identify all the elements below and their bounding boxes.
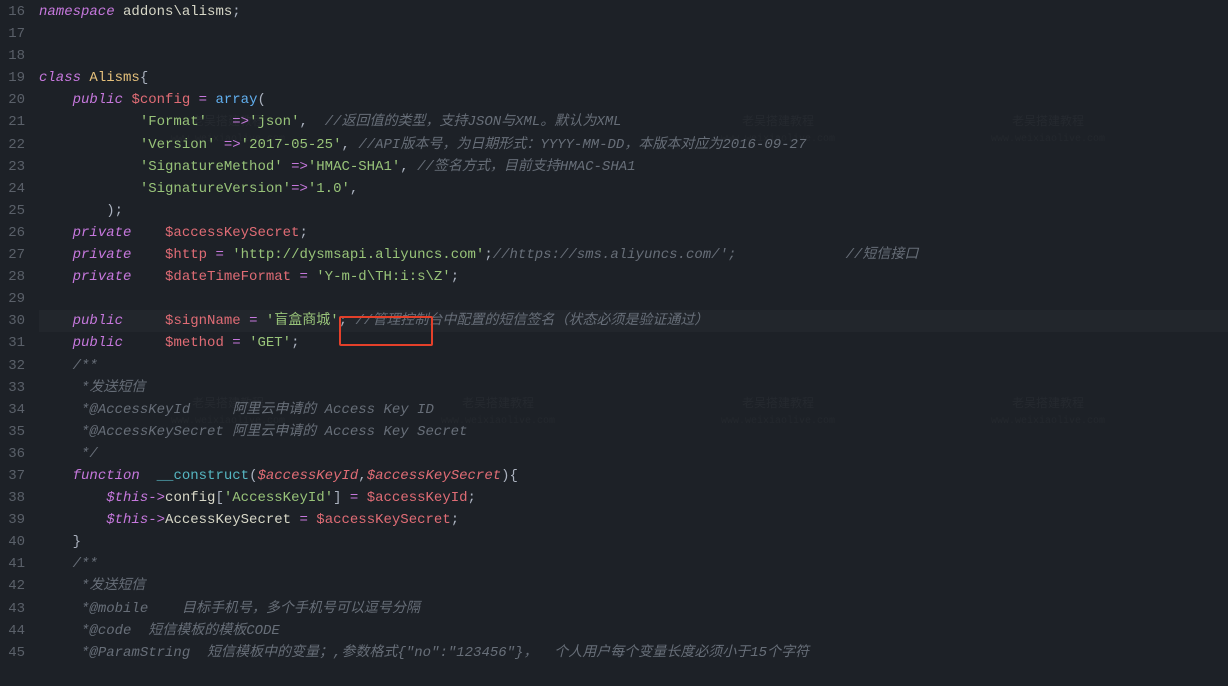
line-number: 40	[0, 531, 25, 553]
line-number: 16	[0, 1, 25, 23]
code-area[interactable]: namespace addons\alisms; class Alisms{ p…	[31, 0, 1228, 686]
code-line	[39, 288, 1228, 310]
line-number: 37	[0, 465, 25, 487]
line-number: 35	[0, 421, 25, 443]
code-line: *@AccessKeySecret 阿里云申请的 Access Key Secr…	[39, 421, 1228, 443]
code-line: 'SignatureMethod' =>'HMAC-SHA1', //签名方式，…	[39, 156, 1228, 178]
line-number: 21	[0, 111, 25, 133]
line-number: 29	[0, 288, 25, 310]
line-number: 44	[0, 620, 25, 642]
line-number: 18	[0, 45, 25, 67]
code-line: private $accessKeySecret;	[39, 222, 1228, 244]
code-line: 'SignatureVersion'=>'1.0',	[39, 178, 1228, 200]
line-number: 36	[0, 443, 25, 465]
line-number: 24	[0, 178, 25, 200]
line-number: 23	[0, 156, 25, 178]
line-number: 27	[0, 244, 25, 266]
code-line: */	[39, 443, 1228, 465]
code-line: *@ParamString 短信模板中的变量；,参数格式{"no":"12345…	[39, 642, 1228, 664]
code-line: }	[39, 531, 1228, 553]
code-line: *发送短信	[39, 575, 1228, 597]
code-line: public $config = array(	[39, 89, 1228, 111]
code-line	[39, 23, 1228, 45]
code-line: *发送短信	[39, 377, 1228, 399]
line-number: 30	[0, 310, 25, 332]
line-number: 41	[0, 553, 25, 575]
code-line: *@AccessKeyId 阿里云申请的 Access Key ID	[39, 399, 1228, 421]
line-number: 22	[0, 134, 25, 156]
code-line: private $http = 'http://dysmsapi.aliyunc…	[39, 244, 1228, 266]
line-number: 45	[0, 642, 25, 664]
line-number: 17	[0, 23, 25, 45]
code-line: 'Format' =>'json', //返回值的类型，支持JSON与XML。默…	[39, 111, 1228, 133]
line-number: 28	[0, 266, 25, 288]
code-line: namespace addons\alisms;	[39, 1, 1228, 23]
code-line: );	[39, 200, 1228, 222]
code-line: /**	[39, 355, 1228, 377]
code-line: 'Version' =>'2017-05-25', //API版本号，为日期形式…	[39, 134, 1228, 156]
line-number: 39	[0, 509, 25, 531]
code-line: *@mobile 目标手机号，多个手机号可以逗号分隔	[39, 598, 1228, 620]
code-line: public $method = 'GET';	[39, 332, 1228, 354]
code-editor[interactable]: 1617181920212223242526272829303132333435…	[0, 0, 1228, 686]
line-number: 20	[0, 89, 25, 111]
code-line: class Alisms{	[39, 67, 1228, 89]
line-number: 19	[0, 67, 25, 89]
line-number: 25	[0, 200, 25, 222]
code-line: $this->config['AccessKeyId'] = $accessKe…	[39, 487, 1228, 509]
line-number: 33	[0, 377, 25, 399]
code-line: function __construct($accessKeyId,$acces…	[39, 465, 1228, 487]
line-number: 42	[0, 575, 25, 597]
code-line: /**	[39, 553, 1228, 575]
line-number: 31	[0, 332, 25, 354]
code-line: *@code 短信模板的模板CODE	[39, 620, 1228, 642]
line-number: 38	[0, 487, 25, 509]
line-number: 43	[0, 598, 25, 620]
code-line: public $signName = '盲盒商城'; //管理控制台中配置的短信…	[39, 310, 1228, 332]
code-line: private $dateTimeFormat = 'Y-m-d\TH:i:s\…	[39, 266, 1228, 288]
line-number: 26	[0, 222, 25, 244]
line-number: 32	[0, 355, 25, 377]
code-line	[39, 45, 1228, 67]
code-line: $this->AccessKeySecret = $accessKeySecre…	[39, 509, 1228, 531]
line-number-gutter: 1617181920212223242526272829303132333435…	[0, 0, 31, 686]
line-number: 34	[0, 399, 25, 421]
